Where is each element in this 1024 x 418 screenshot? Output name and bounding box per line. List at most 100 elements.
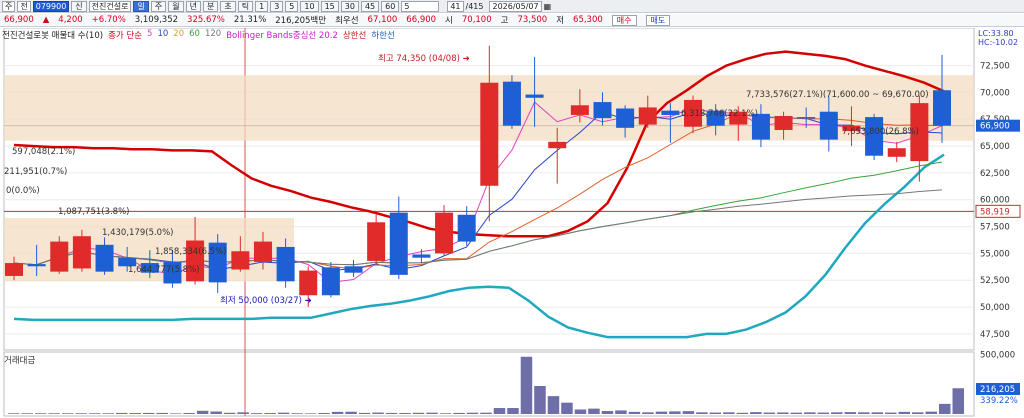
volume-bar [493, 408, 506, 414]
volume-bar [723, 412, 735, 414]
candle-body [661, 110, 680, 115]
volume-bar [912, 412, 924, 414]
best-ask: 67,100 [367, 15, 398, 25]
volume-bar [885, 412, 897, 414]
volume-bar [480, 412, 492, 414]
volume-profile-label: 0(0.0%) [6, 186, 40, 196]
volume-profile-label: 7,653,800(26.8%) [842, 127, 919, 137]
buy-button[interactable]: 매수 [611, 14, 637, 26]
volume-profile-label: 1,858,334(6.5%) [155, 247, 227, 257]
volume-profile-label: 7,733,576(27.1%)(71,600.00 ~ 69,670.00) [746, 90, 929, 100]
volume-bar [169, 413, 182, 414]
interval-45-button[interactable]: 45 [360, 0, 380, 12]
y-tick-label: 70,000 [980, 88, 1010, 98]
candle-body [638, 107, 657, 125]
interval-5-button[interactable]: 5 [285, 0, 299, 12]
stock-code-input[interactable]: 079900 [32, 0, 70, 12]
candle-body [299, 270, 318, 296]
volume-bar [237, 412, 249, 414]
volume-bar [412, 412, 425, 414]
legend-ma-label: 종가 단순 [108, 31, 143, 41]
period-week-button[interactable]: 주 [150, 0, 167, 12]
volume-bar [601, 411, 614, 414]
page-input[interactable]: 41 [447, 0, 464, 12]
candle-body [72, 236, 91, 269]
volume-profile-label: 6,318,746(22.1%) [681, 109, 758, 119]
change-amount: 4,200 [58, 15, 83, 25]
candle-body [774, 116, 793, 130]
volume-marker-label: 216,205 [980, 385, 1015, 395]
market-select[interactable]: 주 [2, 0, 16, 12]
volume-bar [817, 412, 830, 414]
interval-3-button[interactable]: 3 [270, 0, 284, 12]
volume-bar [831, 412, 843, 414]
legend-bollinger: Bollinger Bands중심선 20.2 [226, 31, 338, 41]
high-price: 73,500 [517, 15, 548, 25]
candle-body [253, 241, 272, 262]
period-second-button[interactable]: 초 [220, 0, 236, 12]
candle-body [367, 222, 386, 261]
candle-body [616, 108, 635, 128]
interval-60-button[interactable]: 60 [381, 0, 400, 12]
volume-bar [925, 411, 938, 414]
volume-bar [466, 412, 479, 414]
volume-bar [898, 411, 911, 414]
period-year-button[interactable]: 년 [185, 0, 201, 12]
volume-bar [156, 412, 168, 414]
volume-bar [777, 412, 789, 414]
volume-bar [426, 412, 438, 414]
volume-bar [871, 412, 884, 414]
legend-ma5: 5 [147, 29, 153, 39]
volume-bar [75, 413, 87, 414]
volume-bar [615, 410, 627, 414]
candle-body [435, 212, 454, 254]
legend-ma20: 20 [173, 29, 185, 39]
high-annotation: 최고 74,350 (04/08) ➜ [378, 53, 470, 64]
period-month-button[interactable]: 월 [168, 0, 184, 12]
stock-name-field[interactable]: 전진건설로 [88, 0, 132, 12]
volume-bar [210, 411, 222, 414]
price-chart[interactable]: 597,048(2.1%) 211,951(0.7%) 0(0.0%) 1,087,7… [0, 28, 1024, 418]
side-select[interactable]: 전 [17, 0, 31, 12]
legend-title: 전진건설로봇 매물대 수(10) [2, 31, 104, 41]
interval-input[interactable]: 5 [401, 0, 440, 12]
candle-body [819, 111, 838, 140]
interval-15-button[interactable]: 15 [320, 0, 339, 12]
volume-bar [696, 412, 708, 414]
candle-body [50, 241, 69, 272]
volume-bar [102, 413, 114, 414]
volume-bar [223, 412, 236, 414]
volume-value: 3,109,352 [134, 15, 179, 25]
period-tick-button[interactable]: 틱 [237, 0, 254, 12]
sell-button[interactable]: 매도 [645, 14, 671, 26]
volume-bar [736, 412, 749, 414]
volume-bar [8, 413, 20, 414]
volume-bar [628, 411, 641, 414]
period-minute-button[interactable]: 분 [202, 0, 219, 12]
volume-bar [790, 412, 803, 414]
y-tick-label: 57,500 [980, 223, 1010, 233]
volume-bar [453, 412, 465, 414]
y-tick-label: 52,500 [980, 276, 1010, 286]
volume-profile-label: 1,087,751(3.8%) [58, 207, 130, 217]
interval-10-button[interactable]: 10 [300, 0, 319, 12]
volume-tick-label: 500,000 [980, 350, 1015, 360]
legend-ma10: 10 [157, 29, 169, 39]
volume-bar [372, 412, 384, 414]
open-label: 시 [445, 16, 453, 26]
interval-1-button[interactable]: 1 [255, 0, 269, 12]
volume-profile-label: 211,951(0.7%) [4, 167, 67, 177]
volume-bar [277, 412, 290, 414]
period-day-button[interactable]: 일 [133, 0, 149, 12]
date-input[interactable]: 2026/05/07 [489, 0, 542, 12]
volume-bar [291, 413, 303, 414]
volume-bar [250, 413, 263, 414]
legend-ma60: 60 [189, 29, 200, 39]
candle-body [344, 266, 363, 273]
y-tick-label: 50,000 [980, 303, 1010, 313]
calendar-icon[interactable]: ▦ [544, 2, 552, 11]
volume-bar [318, 413, 330, 414]
candle-body [231, 251, 250, 270]
interval-30-button[interactable]: 30 [340, 0, 359, 12]
chart-legend: 전진건설로봇 매물대 수(10) 종가 단순 5 10 20 60 120 Bo… [2, 29, 395, 41]
